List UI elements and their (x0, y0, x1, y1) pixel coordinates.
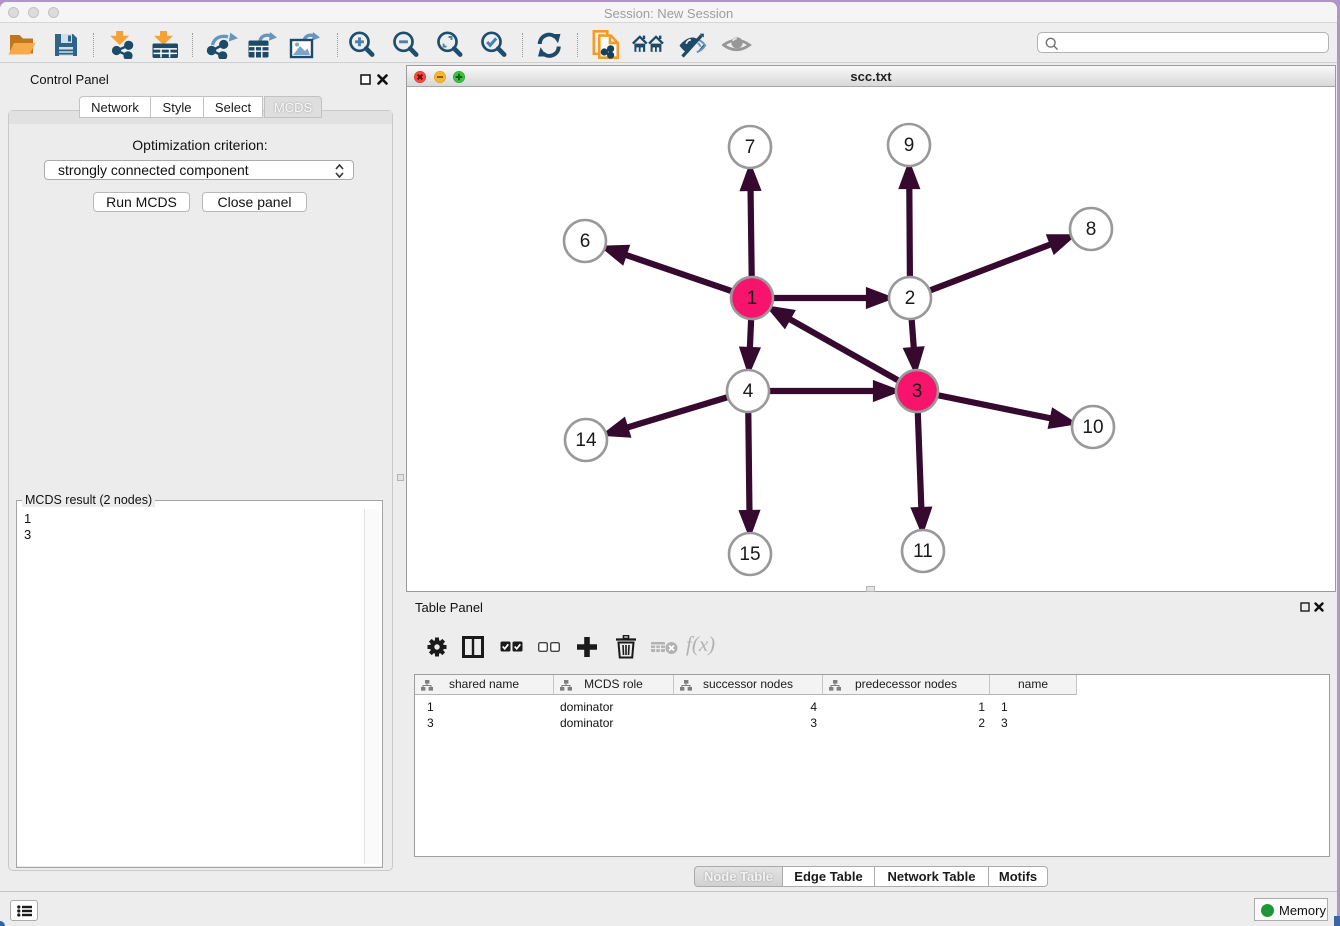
svg-text:4: 4 (743, 381, 754, 402)
svg-text:3: 3 (912, 381, 923, 402)
svg-text:8: 8 (1086, 219, 1097, 240)
svg-text:11: 11 (913, 541, 933, 562)
svg-text:6: 6 (580, 231, 591, 252)
svg-text:15: 15 (739, 544, 760, 565)
svg-text:14: 14 (575, 430, 597, 451)
svg-text:9: 9 (904, 135, 915, 156)
svg-text:7: 7 (745, 137, 756, 158)
svg-text:10: 10 (1082, 417, 1103, 438)
svg-text:1: 1 (747, 288, 758, 309)
svg-text:2: 2 (905, 288, 916, 309)
